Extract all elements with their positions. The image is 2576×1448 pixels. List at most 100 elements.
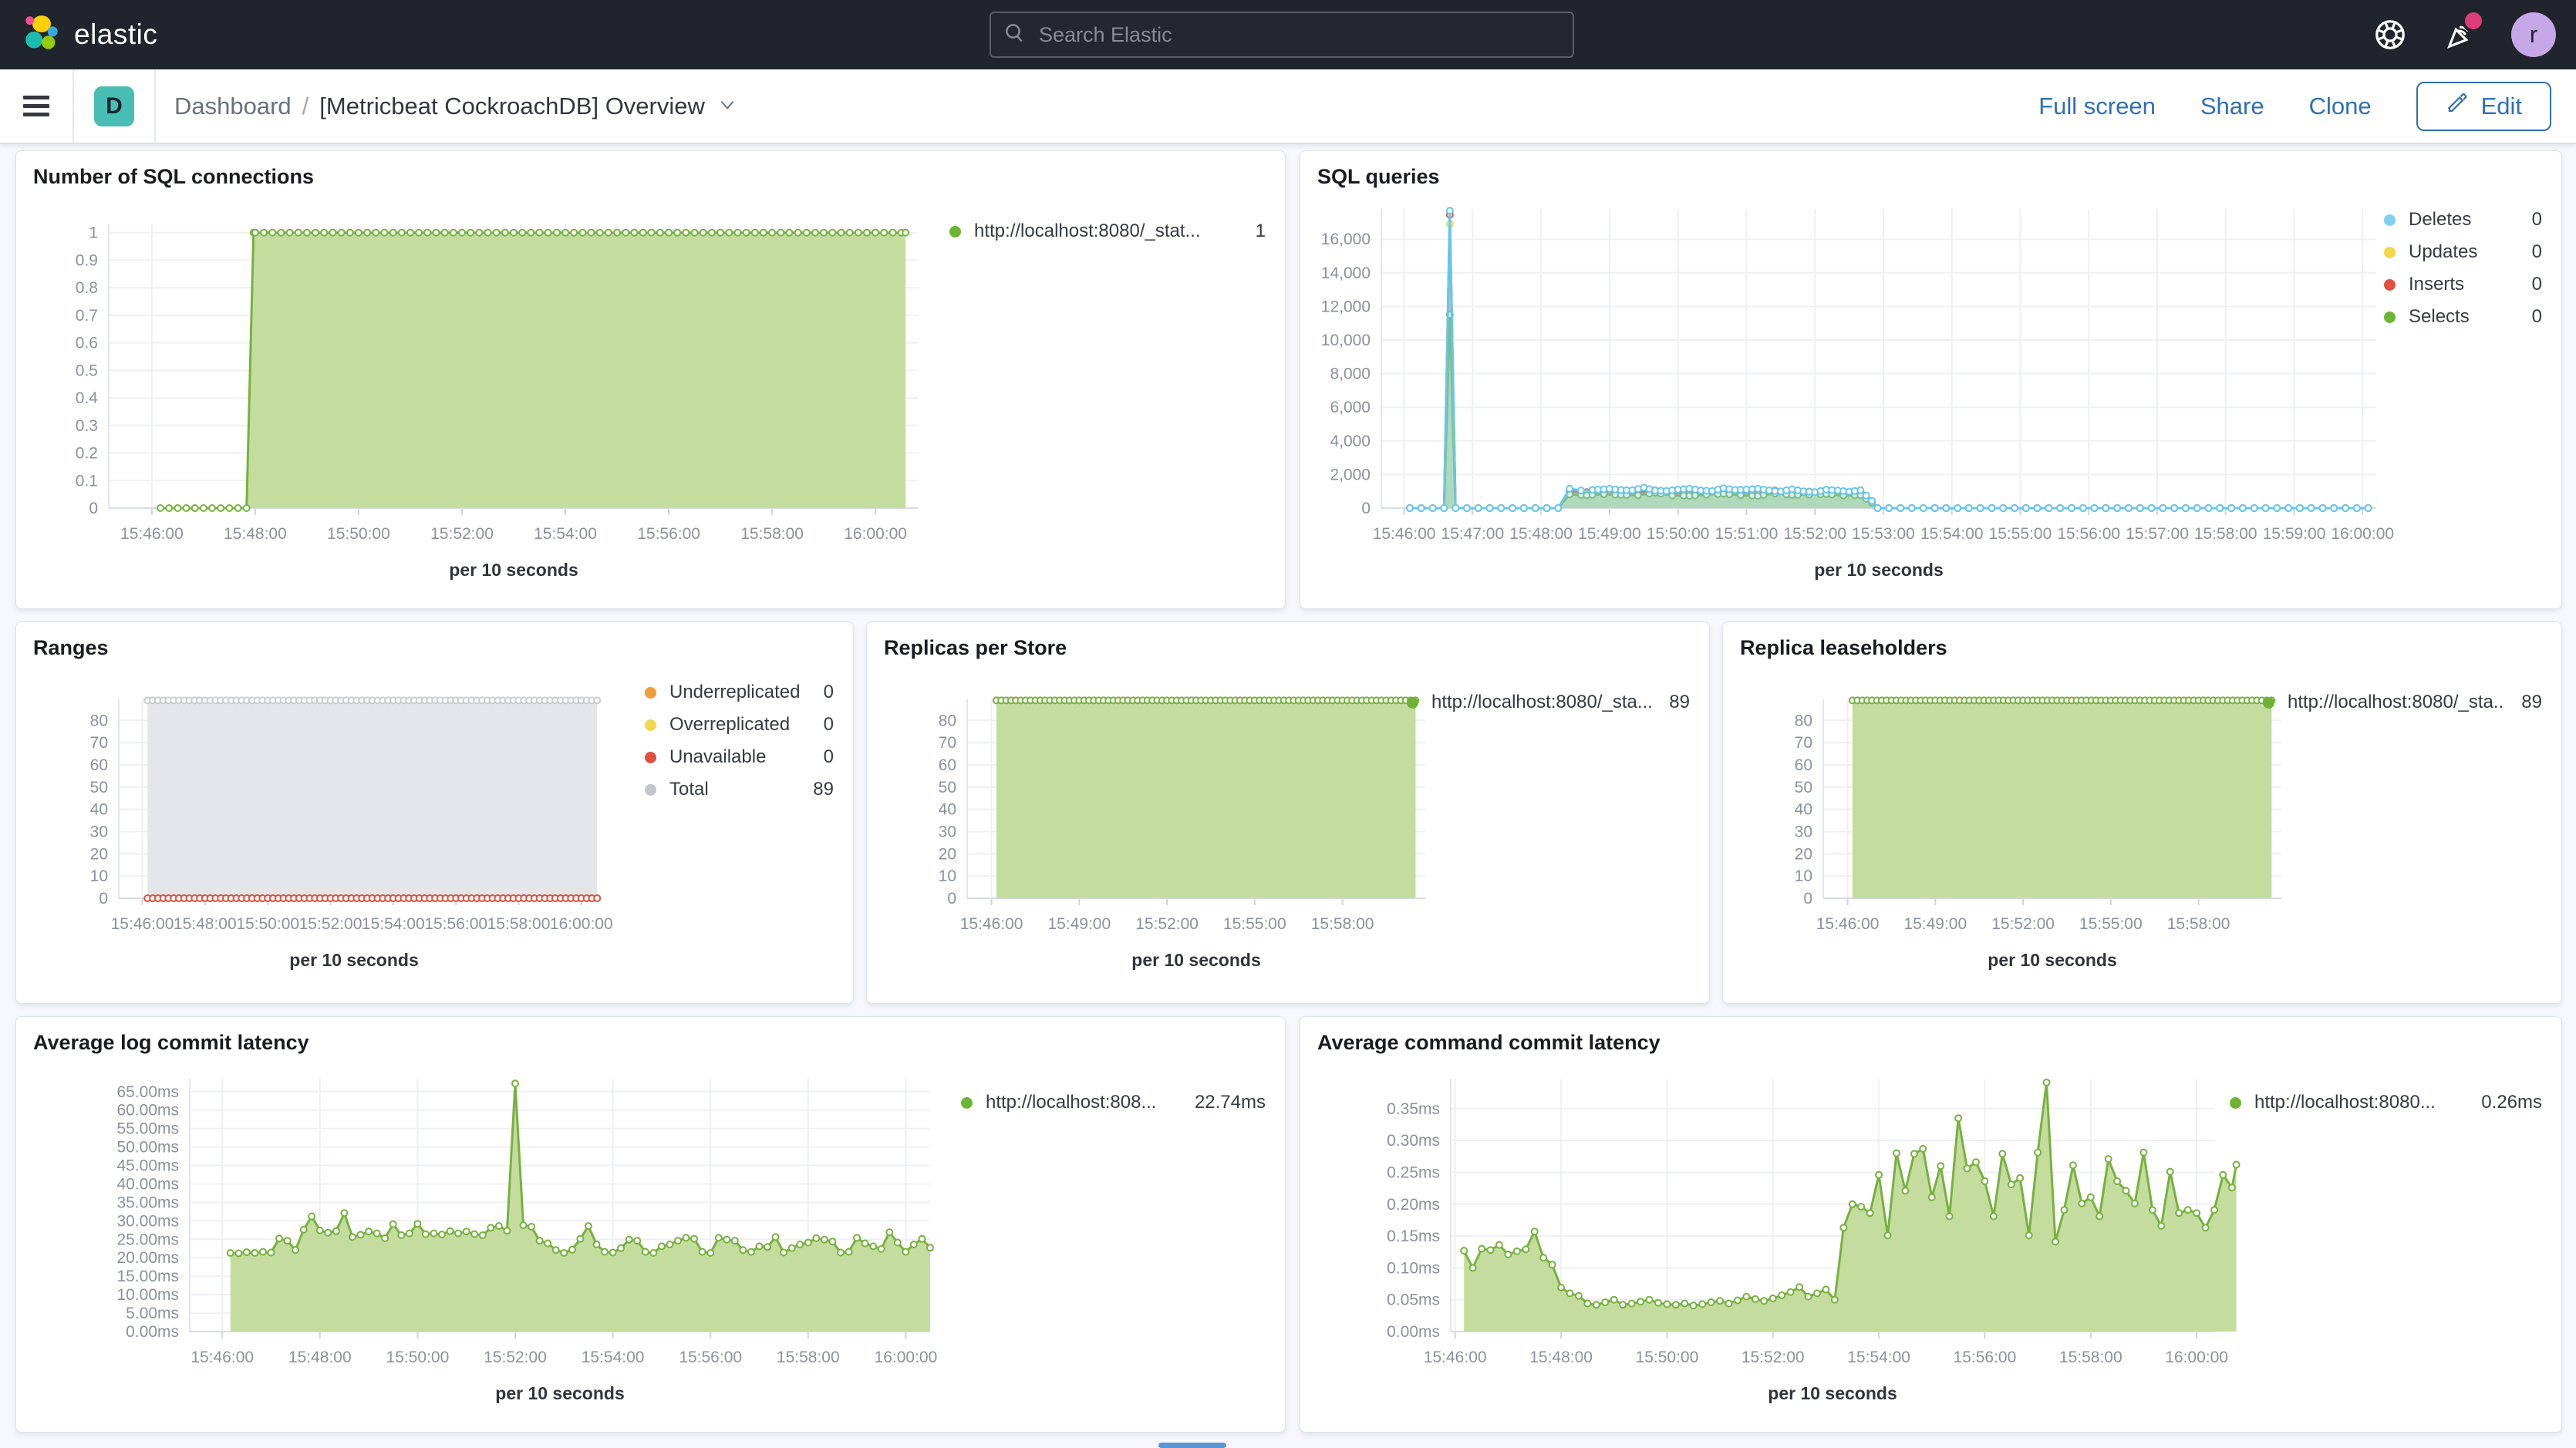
series-marker [838, 1250, 844, 1256]
legend-label: Total [669, 779, 709, 800]
clone-button[interactable]: Clone [2309, 93, 2372, 120]
user-avatar[interactable]: r [2511, 12, 2556, 57]
series-marker [295, 230, 302, 236]
series-marker [464, 1228, 470, 1234]
series-marker [1822, 1287, 1829, 1293]
series-marker [2194, 505, 2200, 511]
series-marker [760, 230, 767, 236]
series-marker [1522, 1246, 1529, 1252]
global-search[interactable] [990, 12, 1574, 58]
newsfeed-icon[interactable] [2443, 17, 2479, 52]
sql-queries-chart[interactable]: 02,0004,0006,0008,00010,00012,00014,0001… [1300, 151, 2561, 608]
x-tick-label: 15:46:00 [1816, 915, 1880, 933]
series-marker [789, 1245, 795, 1251]
full-screen-button[interactable]: Full screen [2038, 93, 2156, 120]
legend-swatch-icon [961, 1097, 973, 1109]
series-marker [2114, 1178, 2120, 1184]
series-marker [769, 230, 775, 236]
y-tick-label: 60 [939, 756, 956, 774]
replicas-per-store-chart[interactable]: 0102030405060708015:46:0015:49:0015:52:0… [867, 622, 1709, 1003]
y-tick-label: 70 [90, 734, 108, 752]
x-tick-label: 15:58:00 [2167, 915, 2230, 933]
series-marker [374, 1231, 380, 1237]
legend-item[interactable]: Selects0 [2384, 301, 2542, 333]
series-marker [886, 1229, 892, 1235]
series-marker [2274, 505, 2280, 511]
series-marker [1814, 1290, 1820, 1296]
series-marker [285, 1238, 291, 1244]
help-icon[interactable] [2372, 17, 2408, 52]
y-tick-label: 0.6 [76, 335, 98, 352]
series-marker [1655, 1300, 1661, 1306]
breadcrumb: Dashboard / [Metricbeat CockroachDB] Ove… [174, 93, 737, 120]
chevron-down-icon[interactable] [717, 94, 737, 118]
series-marker [174, 505, 180, 511]
series-marker [2026, 1232, 2032, 1238]
share-button[interactable]: Share [2200, 93, 2264, 120]
x-axis-label: per 10 seconds [1768, 1383, 1897, 1403]
legend-label: http://localhost:8080... [2254, 1092, 2436, 1113]
series-marker [2088, 1194, 2094, 1200]
edit-button[interactable]: Edit [2416, 82, 2551, 131]
legend-item[interactable]: Unavailable0 [645, 741, 834, 773]
series-marker [650, 1250, 656, 1256]
series-marker [2102, 505, 2109, 511]
legend-item[interactable]: http://localhost:8080...0.26ms [2230, 1086, 2542, 1119]
legend-item[interactable]: http://localhost:808...22.74ms [961, 1086, 1266, 1119]
series-marker [244, 505, 250, 511]
y-tick-label: 0 [1803, 890, 1812, 908]
legend-item[interactable]: Overreplicated0 [645, 709, 834, 741]
series-marker [2137, 505, 2143, 511]
x-tick-label: 15:50:00 [236, 915, 299, 933]
horizontal-scrollbar[interactable] [1158, 1443, 1226, 1448]
series-marker [2320, 505, 2326, 511]
x-tick-label: 15:50:00 [327, 525, 390, 543]
command-commit-latency-chart[interactable]: 0.00ms0.05ms0.10ms0.15ms0.20ms0.25ms0.30… [1300, 1017, 2561, 1432]
y-tick-label: 10.00ms [116, 1286, 179, 1304]
x-tick-label: 15:56:00 [424, 915, 487, 933]
legend-value: 89 [796, 779, 834, 800]
series-marker [577, 1236, 583, 1242]
log-commit-latency-chart[interactable]: 0.00ms5.00ms10.00ms15.00ms20.00ms25.00ms… [16, 1017, 1285, 1432]
replica-leaseholders-legend: http://localhost:8080/_sta...89 [2263, 686, 2542, 719]
series-marker [390, 230, 396, 236]
series-marker [902, 230, 909, 236]
series-marker [1509, 505, 1516, 511]
legend-item[interactable]: Underreplicated0 [645, 676, 834, 709]
search-input[interactable] [1037, 22, 1560, 48]
series-marker [1955, 1115, 1961, 1121]
replica-leaseholders-chart[interactable]: 0102030405060708015:46:0015:49:0015:52:0… [1723, 622, 2561, 1003]
series-marker [439, 1231, 445, 1238]
pencil-icon [2446, 92, 2469, 121]
series-marker [1735, 1298, 1741, 1304]
y-tick-label: 8,000 [1330, 365, 1371, 383]
dashboard-app-badge[interactable]: D [94, 86, 134, 126]
menu-icon[interactable] [23, 91, 51, 121]
x-tick-label: 15:52:00 [1135, 915, 1199, 933]
panel-sql-queries: SQL queries 02,0004,0006,0008,00010,0001… [1300, 150, 2562, 609]
series-marker [1911, 1151, 1917, 1157]
y-tick-label: 0.10ms [1387, 1259, 1440, 1277]
legend-item[interactable]: http://localhost:8080/_sta...89 [1407, 686, 1690, 719]
x-tick-label: 15:48:00 [1529, 1349, 1593, 1366]
legend-item[interactable]: Total 89 [645, 773, 834, 806]
series-marker [2251, 505, 2257, 511]
series-marker [1909, 505, 1915, 511]
series-marker [325, 1230, 331, 1236]
y-tick-label: 1 [89, 224, 98, 242]
legend-item[interactable]: http://localhost:8080/_sta...89 [2263, 686, 2542, 719]
logo-wordmark: elastic [74, 19, 157, 51]
series-marker [1893, 1150, 1900, 1157]
legend-item[interactable]: Updates0 [2384, 236, 2542, 268]
legend-item[interactable]: Inserts0 [2384, 268, 2542, 301]
legend-item[interactable]: http://localhost:8080/_stat...1 [949, 215, 1266, 248]
breadcrumb-dashboard-link[interactable]: Dashboard [174, 93, 292, 120]
y-tick-label: 10 [939, 867, 956, 885]
series-marker [416, 230, 422, 236]
legend-item[interactable]: Deletes0 [2384, 204, 2542, 236]
series-marker [1973, 1159, 1979, 1165]
elastic-logo[interactable]: elastic [23, 15, 157, 56]
series-marker [358, 1232, 364, 1238]
series-marker [700, 230, 706, 236]
x-axis-label: per 10 seconds [495, 1383, 624, 1403]
